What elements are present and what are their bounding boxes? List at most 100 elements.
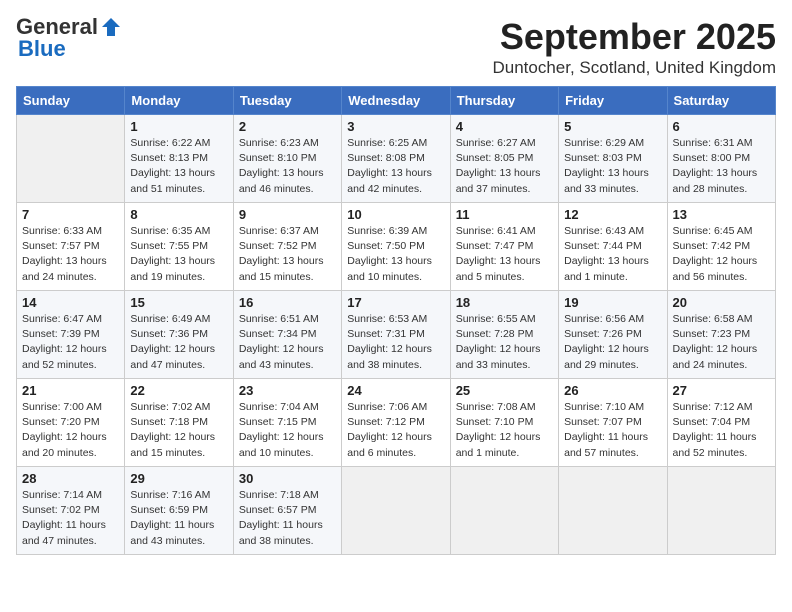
calendar-cell: 4 Sunrise: 6:27 AMSunset: 8:05 PMDaylight… <box>450 115 558 203</box>
header: General Blue September 2025 Duntocher, S… <box>16 16 776 78</box>
day-detail: Sunrise: 6:22 AMSunset: 8:13 PMDaylight:… <box>130 136 227 197</box>
calendar-week-3: 14 Sunrise: 6:47 AMSunset: 7:39 PMDayligh… <box>17 291 776 379</box>
day-number: 11 <box>456 207 553 222</box>
logo: General Blue <box>16 16 122 60</box>
calendar-cell: 14 Sunrise: 6:47 AMSunset: 7:39 PMDayligh… <box>17 291 125 379</box>
day-detail: Sunrise: 7:00 AMSunset: 7:20 PMDaylight:… <box>22 400 119 461</box>
calendar-cell: 25 Sunrise: 7:08 AMSunset: 7:10 PMDayligh… <box>450 379 558 467</box>
day-number: 10 <box>347 207 444 222</box>
weekday-header-friday: Friday <box>559 87 667 115</box>
day-number: 12 <box>564 207 661 222</box>
calendar-cell: 22 Sunrise: 7:02 AMSunset: 7:18 PMDayligh… <box>125 379 233 467</box>
calendar-cell: 13 Sunrise: 6:45 AMSunset: 7:42 PMDayligh… <box>667 203 775 291</box>
day-number: 4 <box>456 119 553 134</box>
weekday-header-monday: Monday <box>125 87 233 115</box>
location-title: Duntocher, Scotland, United Kingdom <box>492 58 776 78</box>
calendar-cell: 5 Sunrise: 6:29 AMSunset: 8:03 PMDaylight… <box>559 115 667 203</box>
day-detail: Sunrise: 6:41 AMSunset: 7:47 PMDaylight:… <box>456 224 553 285</box>
calendar-cell: 1Sunrise: 6:22 AMSunset: 8:13 PMDaylight… <box>125 115 233 203</box>
day-number: 16 <box>239 295 336 310</box>
day-number: 19 <box>564 295 661 310</box>
day-detail: Sunrise: 7:04 AMSunset: 7:15 PMDaylight:… <box>239 400 336 461</box>
day-number: 6 <box>673 119 770 134</box>
day-detail: Sunrise: 7:16 AMSunset: 6:59 PMDaylight:… <box>130 488 227 549</box>
calendar-cell: 30 Sunrise: 7:18 AMSunset: 6:57 PMDayligh… <box>233 467 341 555</box>
day-detail: Sunrise: 6:29 AMSunset: 8:03 PMDaylight:… <box>564 136 661 197</box>
logo-icon <box>100 16 122 38</box>
day-detail: Sunrise: 7:18 AMSunset: 6:57 PMDaylight:… <box>239 488 336 549</box>
calendar-cell: 26 Sunrise: 7:10 AMSunset: 7:07 PMDayligh… <box>559 379 667 467</box>
day-detail: Sunrise: 7:08 AMSunset: 7:10 PMDaylight:… <box>456 400 553 461</box>
calendar-cell: 9 Sunrise: 6:37 AMSunset: 7:52 PMDaylight… <box>233 203 341 291</box>
weekday-header-tuesday: Tuesday <box>233 87 341 115</box>
day-number: 26 <box>564 383 661 398</box>
day-number: 23 <box>239 383 336 398</box>
weekday-header-thursday: Thursday <box>450 87 558 115</box>
weekday-header-sunday: Sunday <box>17 87 125 115</box>
calendar-cell: 18 Sunrise: 6:55 AMSunset: 7:28 PMDayligh… <box>450 291 558 379</box>
day-number: 21 <box>22 383 119 398</box>
day-detail: Sunrise: 6:47 AMSunset: 7:39 PMDaylight:… <box>22 312 119 373</box>
calendar-cell <box>17 115 125 203</box>
day-number: 3 <box>347 119 444 134</box>
day-detail: Sunrise: 7:02 AMSunset: 7:18 PMDaylight:… <box>130 400 227 461</box>
calendar-cell: 17 Sunrise: 6:53 AMSunset: 7:31 PMDayligh… <box>342 291 450 379</box>
day-detail: Sunrise: 6:58 AMSunset: 7:23 PMDaylight:… <box>673 312 770 373</box>
day-number: 17 <box>347 295 444 310</box>
calendar-cell: 19 Sunrise: 6:56 AMSunset: 7:26 PMDayligh… <box>559 291 667 379</box>
calendar-cell <box>559 467 667 555</box>
day-detail: Sunrise: 6:43 AMSunset: 7:44 PMDaylight:… <box>564 224 661 285</box>
day-detail: Sunrise: 6:37 AMSunset: 7:52 PMDaylight:… <box>239 224 336 285</box>
day-detail: Sunrise: 6:55 AMSunset: 7:28 PMDaylight:… <box>456 312 553 373</box>
calendar-cell: 6 Sunrise: 6:31 AMSunset: 8:00 PMDaylight… <box>667 115 775 203</box>
day-number: 25 <box>456 383 553 398</box>
day-number: 22 <box>130 383 227 398</box>
calendar-cell: 20Sunrise: 6:58 AMSunset: 7:23 PMDayligh… <box>667 291 775 379</box>
day-detail: Sunrise: 6:33 AMSunset: 7:57 PMDaylight:… <box>22 224 119 285</box>
day-detail: Sunrise: 6:35 AMSunset: 7:55 PMDaylight:… <box>130 224 227 285</box>
day-detail: Sunrise: 6:53 AMSunset: 7:31 PMDaylight:… <box>347 312 444 373</box>
day-detail: Sunrise: 6:45 AMSunset: 7:42 PMDaylight:… <box>673 224 770 285</box>
day-number: 29 <box>130 471 227 486</box>
day-detail: Sunrise: 7:10 AMSunset: 7:07 PMDaylight:… <box>564 400 661 461</box>
day-detail: Sunrise: 6:25 AMSunset: 8:08 PMDaylight:… <box>347 136 444 197</box>
day-detail: Sunrise: 6:39 AMSunset: 7:50 PMDaylight:… <box>347 224 444 285</box>
calendar-cell: 21 Sunrise: 7:00 AMSunset: 7:20 PMDayligh… <box>17 379 125 467</box>
calendar-cell <box>667 467 775 555</box>
day-number: 9 <box>239 207 336 222</box>
calendar-cell: 12 Sunrise: 6:43 AMSunset: 7:44 PMDayligh… <box>559 203 667 291</box>
day-number: 30 <box>239 471 336 486</box>
day-number: 28 <box>22 471 119 486</box>
day-number: 14 <box>22 295 119 310</box>
day-detail: Sunrise: 6:51 AMSunset: 7:34 PMDaylight:… <box>239 312 336 373</box>
day-number: 13 <box>673 207 770 222</box>
calendar-cell: 28Sunrise: 7:14 AMSunset: 7:02 PMDayligh… <box>17 467 125 555</box>
day-detail: Sunrise: 6:49 AMSunset: 7:36 PMDaylight:… <box>130 312 227 373</box>
day-number: 15 <box>130 295 227 310</box>
calendar-cell: 10 Sunrise: 6:39 AMSunset: 7:50 PMDayligh… <box>342 203 450 291</box>
calendar-cell: 11 Sunrise: 6:41 AMSunset: 7:47 PMDayligh… <box>450 203 558 291</box>
day-number: 8 <box>130 207 227 222</box>
day-detail: Sunrise: 7:06 AMSunset: 7:12 PMDaylight:… <box>347 400 444 461</box>
calendar-week-4: 21 Sunrise: 7:00 AMSunset: 7:20 PMDayligh… <box>17 379 776 467</box>
day-detail: Sunrise: 6:23 AMSunset: 8:10 PMDaylight:… <box>239 136 336 197</box>
calendar-cell: 27Sunrise: 7:12 AMSunset: 7:04 PMDayligh… <box>667 379 775 467</box>
day-detail: Sunrise: 6:31 AMSunset: 8:00 PMDaylight:… <box>673 136 770 197</box>
calendar-cell: 2Sunrise: 6:23 AMSunset: 8:10 PMDaylight… <box>233 115 341 203</box>
calendar-week-1: 1Sunrise: 6:22 AMSunset: 8:13 PMDaylight… <box>17 115 776 203</box>
calendar-cell: 15 Sunrise: 6:49 AMSunset: 7:36 PMDayligh… <box>125 291 233 379</box>
logo-blue-text: Blue <box>18 38 66 60</box>
day-detail: Sunrise: 6:27 AMSunset: 8:05 PMDaylight:… <box>456 136 553 197</box>
month-title: September 2025 <box>492 16 776 58</box>
logo-general-text: General <box>16 16 98 38</box>
day-number: 18 <box>456 295 553 310</box>
calendar-cell: 23 Sunrise: 7:04 AMSunset: 7:15 PMDayligh… <box>233 379 341 467</box>
calendar-table: SundayMondayTuesdayWednesdayThursdayFrid… <box>16 86 776 555</box>
calendar-cell <box>450 467 558 555</box>
day-number: 5 <box>564 119 661 134</box>
day-number: 7 <box>22 207 119 222</box>
day-detail: Sunrise: 6:56 AMSunset: 7:26 PMDaylight:… <box>564 312 661 373</box>
weekday-header-wednesday: Wednesday <box>342 87 450 115</box>
day-number: 24 <box>347 383 444 398</box>
weekday-header-row: SundayMondayTuesdayWednesdayThursdayFrid… <box>17 87 776 115</box>
